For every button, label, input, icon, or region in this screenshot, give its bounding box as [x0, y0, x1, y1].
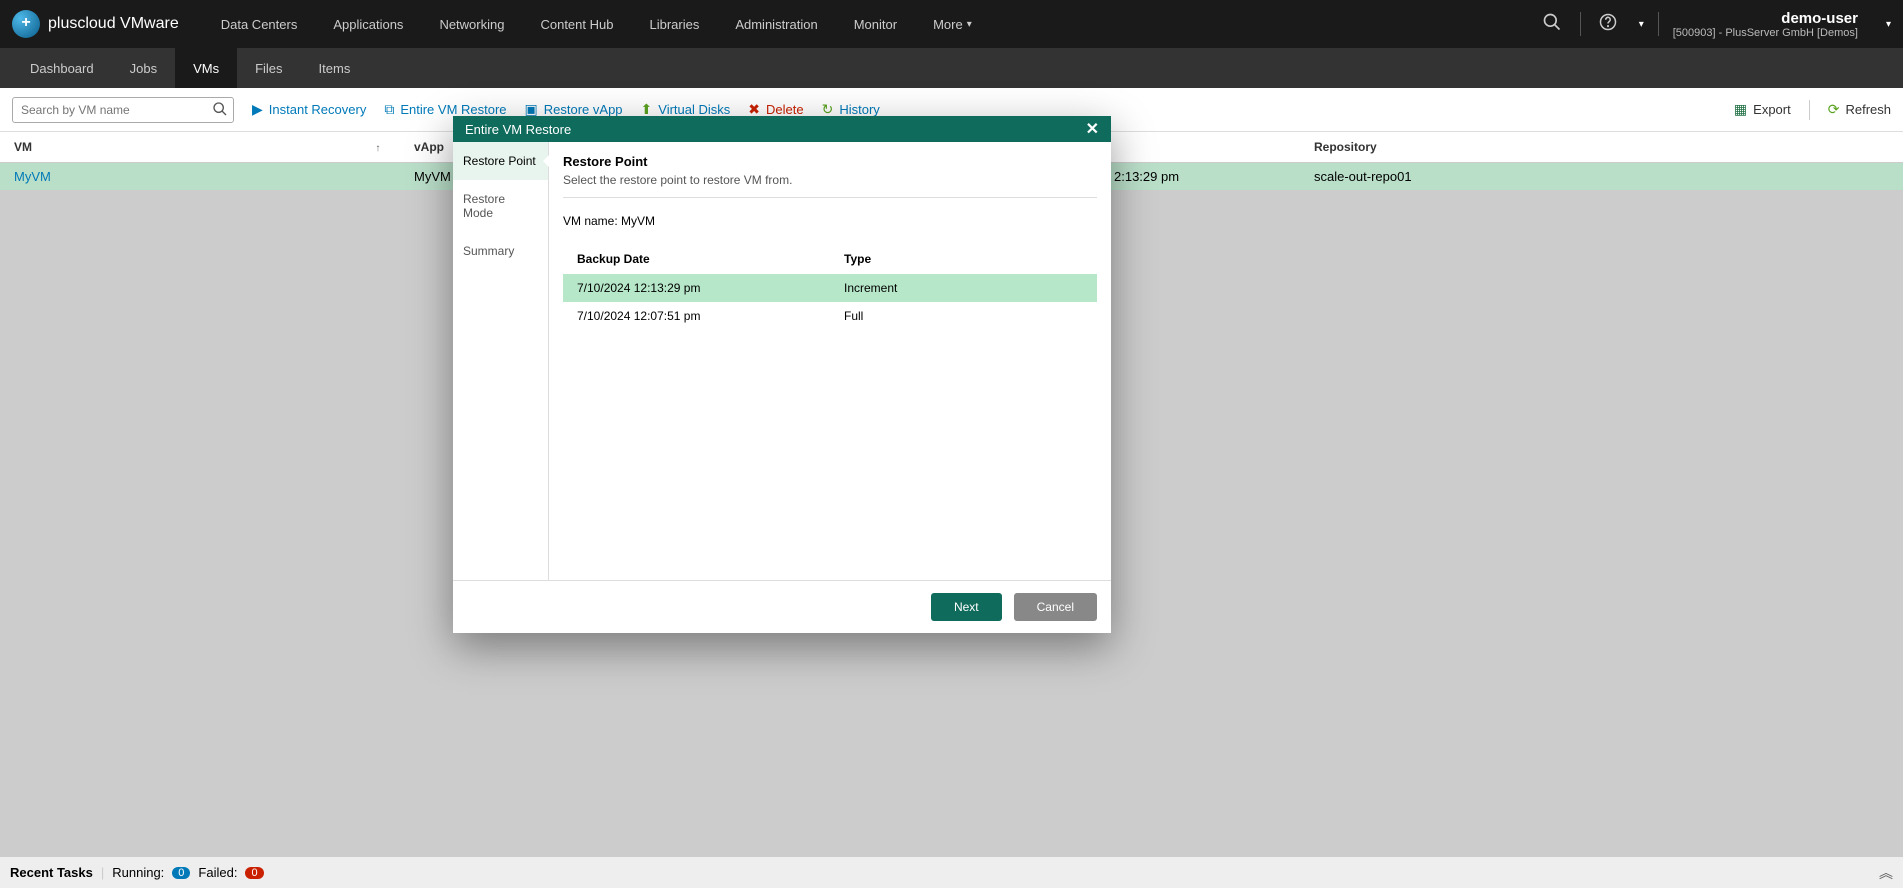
- wizard-description: Select the restore point to restore VM f…: [563, 173, 1097, 198]
- wizard-step-restore-point[interactable]: Restore Point: [453, 142, 548, 180]
- modal-overlay: Entire VM Restore ✕ Restore Point Restor…: [0, 0, 1903, 888]
- cancel-button[interactable]: Cancel: [1014, 593, 1097, 621]
- modal-footer: Next Cancel: [453, 580, 1111, 633]
- wizard-step-summary[interactable]: Summary: [453, 232, 548, 270]
- wizard-heading: Restore Point: [563, 154, 1097, 169]
- restore-modal: Entire VM Restore ✕ Restore Point Restor…: [453, 116, 1111, 633]
- wizard-step-restore-mode[interactable]: Restore Mode: [453, 180, 548, 232]
- rp-col-date[interactable]: Backup Date: [563, 244, 830, 274]
- rp-type: Full: [830, 302, 1097, 330]
- modal-title: Entire VM Restore: [465, 122, 571, 137]
- rp-date: 7/10/2024 12:13:29 pm: [563, 274, 830, 302]
- wizard-vm-name: VM name: MyVM: [563, 214, 1097, 228]
- wizard-content: Restore Point Select the restore point t…: [549, 142, 1111, 580]
- next-button[interactable]: Next: [931, 593, 1002, 621]
- rp-header-row: Backup Date Type: [563, 244, 1097, 274]
- rp-type: Increment: [830, 274, 1097, 302]
- wizard-nav: Restore Point Restore Mode Summary: [453, 142, 549, 580]
- modal-body: Restore Point Restore Mode Summary Resto…: [453, 142, 1111, 580]
- restore-point-table: Backup Date Type 7/10/2024 12:13:29 pm I…: [563, 244, 1097, 330]
- rp-col-type[interactable]: Type: [830, 244, 1097, 274]
- rp-date: 7/10/2024 12:07:51 pm: [563, 302, 830, 330]
- rp-row[interactable]: 7/10/2024 12:07:51 pm Full: [563, 302, 1097, 330]
- close-icon[interactable]: ✕: [1086, 119, 1099, 139]
- rp-row[interactable]: 7/10/2024 12:13:29 pm Increment: [563, 274, 1097, 302]
- modal-header: Entire VM Restore ✕: [453, 116, 1111, 142]
